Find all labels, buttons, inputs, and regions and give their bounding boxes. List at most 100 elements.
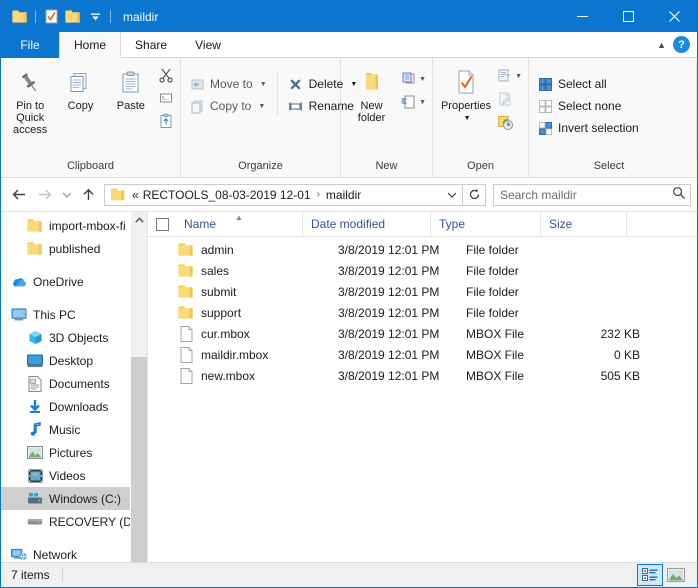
- sidebar-item-recovery-d[interactable]: RECOVERY (D:): [1, 510, 147, 533]
- copy-to-button[interactable]: Copy to ▼: [185, 95, 271, 117]
- sidebar-item-desktop[interactable]: Desktop: [1, 349, 147, 372]
- breadcrumb-item-maildir[interactable]: maildir: [324, 188, 363, 202]
- table-row[interactable]: support 3/8/2019 12:01 PM File folder: [148, 302, 697, 323]
- recent-locations-button[interactable]: [57, 182, 76, 207]
- file-name-label: cur.mbox: [201, 326, 250, 341]
- new-item-button[interactable]: ▼: [398, 68, 428, 90]
- nav-scroll-up-button[interactable]: [130, 212, 147, 229]
- column-header-name[interactable]: ▲ Name: [176, 212, 302, 237]
- file-name-cell[interactable]: cur.mbox: [148, 325, 330, 342]
- chevron-down-icon[interactable]: ▼: [260, 81, 267, 88]
- file-name-cell[interactable]: admin: [148, 242, 330, 258]
- group-label-open: Open: [467, 160, 494, 172]
- tab-home[interactable]: Home: [59, 32, 122, 58]
- chevron-down-icon-5[interactable]: ▼: [419, 99, 426, 106]
- pin-to-quick-access-button[interactable]: Pin to Quick access: [5, 62, 55, 140]
- properties-button[interactable]: Properties ▼: [437, 62, 495, 129]
- chevron-down-icon-2[interactable]: ▼: [258, 103, 265, 110]
- forward-button[interactable]: [32, 182, 57, 207]
- breadcrumb-item-rectools[interactable]: RECTOOLS_08-03-2019 12-01: [141, 188, 313, 202]
- qat-folder-icon[interactable]: [9, 6, 31, 28]
- qat-new-folder-icon[interactable]: [62, 6, 84, 28]
- sidebar-item-3d-objects[interactable]: 3D Objects: [1, 326, 147, 349]
- back-button[interactable]: [7, 182, 32, 207]
- column-header-date-modified[interactable]: Date modified: [302, 211, 430, 237]
- chevron-down-icon-6[interactable]: ▼: [464, 113, 471, 125]
- sidebar-item-published[interactable]: published: [1, 237, 147, 260]
- sidebar-item-network[interactable]: Network: [1, 543, 147, 562]
- edit-button[interactable]: [495, 88, 524, 110]
- breadcrumb-bar[interactable]: « RECTOOLS_08-03-2019 12-01 › maildir: [104, 183, 463, 206]
- nav-scrollbar[interactable]: [130, 212, 147, 562]
- breadcrumb-separator[interactable]: ›: [313, 189, 324, 200]
- file-name-cell[interactable]: sales: [148, 263, 330, 279]
- paste-icon: [118, 66, 144, 100]
- chevron-down-icon-7[interactable]: ▼: [515, 73, 522, 80]
- tab-view[interactable]: View: [181, 32, 235, 58]
- file-name-cell[interactable]: maildir.mbox: [148, 346, 330, 363]
- search-input[interactable]: [500, 187, 672, 202]
- history-button[interactable]: [495, 111, 524, 133]
- tab-file[interactable]: File: [1, 32, 59, 58]
- select-all-checkbox[interactable]: [148, 212, 176, 237]
- file-name-cell[interactable]: new.mbox: [148, 367, 330, 384]
- sidebar-item-import-mbox-fi[interactable]: import-mbox-fi: [1, 214, 147, 237]
- large-icons-view-button[interactable]: [663, 564, 689, 586]
- paste-button[interactable]: Paste: [106, 62, 156, 116]
- sidebar-item-windows-c[interactable]: Windows (C:): [1, 487, 147, 510]
- sidebar-item-pictures[interactable]: Pictures: [1, 441, 147, 464]
- sidebar-item-this-pc[interactable]: This PC: [1, 303, 147, 326]
- sidebar-item-onedrive[interactable]: OneDrive: [1, 270, 147, 293]
- open-button[interactable]: ▼: [495, 65, 524, 87]
- sidebar-item-videos[interactable]: Videos: [1, 464, 147, 487]
- folder-icon: [27, 242, 42, 255]
- help-icon[interactable]: ?: [673, 36, 690, 53]
- sidebar-item-downloads[interactable]: Downloads: [1, 395, 147, 418]
- pin-icon: [17, 66, 43, 100]
- refresh-button[interactable]: [463, 183, 486, 206]
- select-all-button[interactable]: Select all: [533, 73, 643, 95]
- maximize-button[interactable]: [605, 1, 651, 32]
- invert-selection-button[interactable]: Invert selection: [533, 117, 643, 139]
- table-row[interactable]: sales 3/8/2019 12:01 PM File folder: [148, 260, 697, 281]
- sidebar-item-music[interactable]: Music: [1, 418, 147, 441]
- search-icon[interactable]: [672, 186, 686, 203]
- close-button[interactable]: [651, 1, 697, 32]
- copy-path-button[interactable]: \\...: [156, 87, 176, 109]
- column-header-type[interactable]: Type: [430, 211, 540, 237]
- minimize-button[interactable]: [559, 1, 605, 32]
- search-box[interactable]: [493, 183, 691, 206]
- file-size-cell: 0 KB: [613, 347, 640, 362]
- copy-button[interactable]: Copy: [55, 62, 105, 116]
- select-none-button[interactable]: Select none: [533, 95, 643, 117]
- nav-scroll-track[interactable]: [130, 229, 147, 562]
- chevron-down-icon-4[interactable]: ▼: [419, 76, 426, 83]
- move-to-button[interactable]: Move to ▼: [185, 73, 271, 95]
- column-header-size[interactable]: Size: [540, 211, 626, 237]
- details-view-button[interactable]: [637, 564, 663, 586]
- table-row[interactable]: cur.mbox 3/8/2019 12:01 PM MBOX File 232 KB: [148, 323, 697, 344]
- file-list[interactable]: admin 3/8/2019 12:01 PM File folder sales 3/…: [148, 237, 697, 562]
- table-row[interactable]: maildir.mbox 3/8/2019 12:01 PM MBOX File 0 …: [148, 344, 697, 365]
- collapse-ribbon-icon[interactable]: ▲: [654, 40, 669, 50]
- tab-share[interactable]: Share: [121, 32, 181, 58]
- paste-shortcut-button[interactable]: [156, 110, 176, 132]
- breadcrumb-dropdown-icon[interactable]: [442, 185, 462, 205]
- file-name-label: submit: [201, 284, 237, 299]
- qat-customize-dropdown-icon[interactable]: [84, 6, 106, 28]
- table-row[interactable]: admin 3/8/2019 12:01 PM File folder: [148, 239, 697, 260]
- file-name-cell[interactable]: support: [148, 305, 330, 321]
- table-row[interactable]: submit 3/8/2019 12:01 PM File folder: [148, 281, 697, 302]
- qat-properties-icon[interactable]: [40, 6, 62, 28]
- file-name-cell[interactable]: submit: [148, 284, 330, 300]
- nav-scroll-thumb[interactable]: [130, 357, 147, 562]
- new-folder-button[interactable]: New folder: [345, 62, 398, 128]
- breadcrumb-overflow[interactable]: «: [130, 188, 141, 202]
- easy-access-button[interactable]: ▼: [398, 91, 428, 113]
- table-row[interactable]: new.mbox 3/8/2019 12:01 PM MBOX File 505 KB: [148, 365, 697, 386]
- up-button[interactable]: [76, 182, 101, 207]
- cut-button[interactable]: [156, 64, 176, 86]
- file-type-cell: MBOX File: [466, 368, 525, 383]
- sidebar-item-documents[interactable]: Documents: [1, 372, 147, 395]
- open-icon: [498, 69, 510, 82]
